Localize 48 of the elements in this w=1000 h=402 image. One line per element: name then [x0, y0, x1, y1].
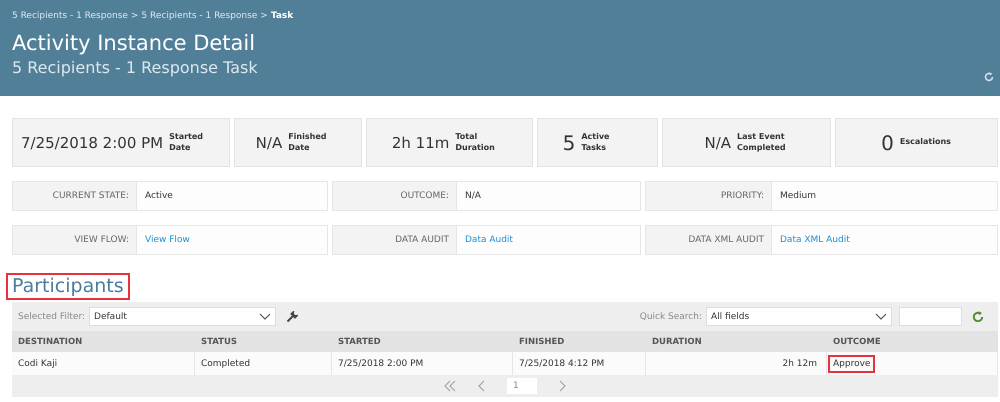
breadcrumb-item: Task: [270, 11, 294, 21]
refresh-icon[interactable]: [972, 310, 984, 322]
stat-label: Last Event Completed: [737, 132, 787, 153]
table-cell-text: Codi Kaji: [17, 358, 58, 370]
column-header[interactable]: STATUS: [195, 331, 332, 352]
chevron-down-icon: [875, 313, 887, 320]
page-number[interactable]: 1: [507, 378, 537, 394]
column-header[interactable]: STARTED: [332, 331, 513, 352]
breadcrumb-separator: >: [260, 11, 268, 21]
stat-label: Active Tasks: [581, 132, 610, 153]
table-cell-text: 7/25/2018 4:12 PM: [518, 358, 606, 370]
breadcrumb-separator: >: [130, 11, 138, 21]
field-label: CURRENT STATE:: [13, 182, 137, 210]
column-header[interactable]: FINISHED: [513, 331, 646, 352]
table-cell-text: 2h 12m: [781, 358, 818, 370]
breadcrumb-item[interactable]: 5 Recipients - 1 Response: [141, 11, 258, 21]
table-cell: Approve: [830, 356, 874, 370]
stat-value: N/A: [704, 134, 732, 152]
column-header[interactable]: OUTCOME: [827, 331, 998, 352]
table-cell-text: 7/25/2018 2:00 PM: [337, 358, 424, 370]
first-page-icon[interactable]: [444, 380, 456, 392]
field-label: OUTCOME:: [333, 182, 457, 210]
section-title: Participants: [8, 275, 128, 298]
column-header[interactable]: DURATION: [646, 331, 827, 352]
stat-value: 2h 11m: [392, 134, 450, 152]
stat-label: Total Duration: [455, 132, 496, 153]
stat-label: Finished Date: [288, 132, 328, 153]
wrench-icon[interactable]: [286, 310, 298, 322]
column-header[interactable]: DESTINATION: [12, 331, 195, 352]
next-page-icon[interactable]: [559, 380, 566, 392]
quick-search-label: Quick Search:: [640, 312, 702, 322]
stat-value: 7/25/2018 2:00 PM: [21, 134, 164, 152]
page-subtitle: 5 Recipients - 1 Response Task: [12, 58, 259, 77]
stat-label: Escalations: [900, 137, 952, 148]
filter-dropdown[interactable]: Default: [89, 307, 276, 326]
filter-label: Selected Filter:: [18, 312, 86, 322]
breadcrumb-item[interactable]: 5 Recipients - 1 Response: [12, 11, 128, 21]
stat-label: Started Date: [169, 132, 204, 153]
search-field[interactable]: [899, 307, 962, 326]
chevron-down-icon: [259, 313, 272, 320]
stat-value: N/A: [256, 134, 282, 152]
quick-search-dropdown[interactable]: All fields: [706, 307, 892, 326]
stat-value: 5: [562, 130, 576, 154]
table-cell-text: Completed: [200, 358, 252, 370]
page-title: Activity Instance Detail: [12, 31, 256, 55]
field-label: PRIORITY:: [646, 182, 772, 210]
previous-page-icon[interactable]: [478, 380, 485, 392]
stat-value: 0: [881, 130, 894, 154]
